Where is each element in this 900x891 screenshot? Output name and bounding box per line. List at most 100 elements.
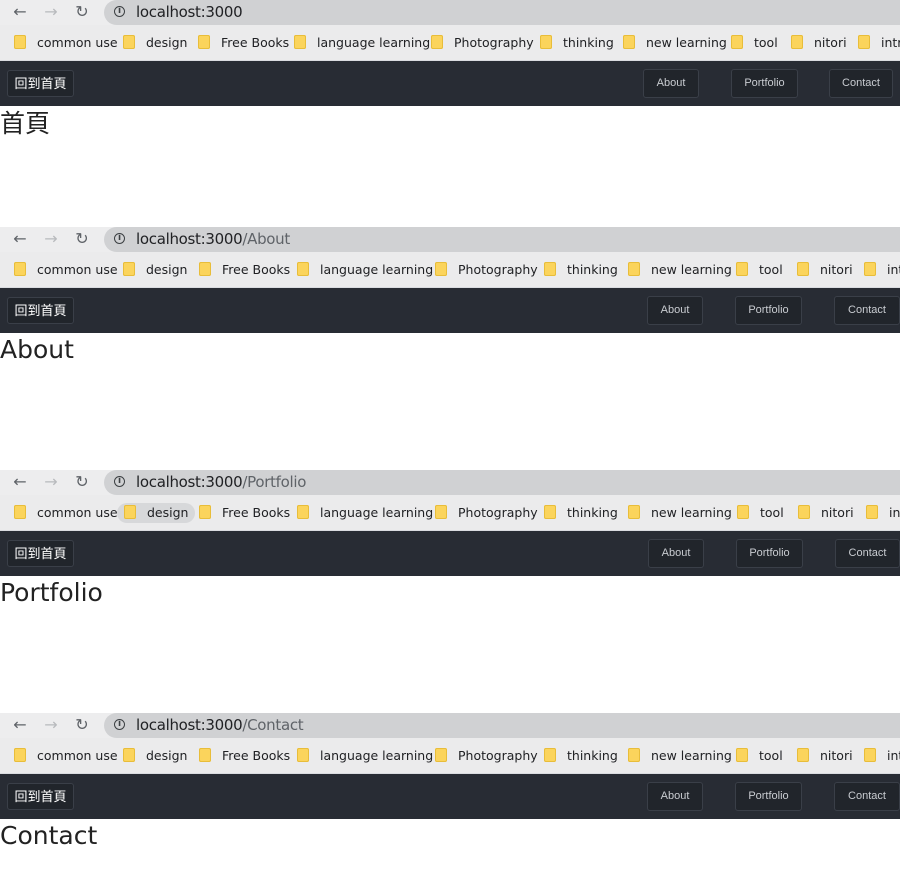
reload-icon[interactable]: ↻ bbox=[74, 4, 90, 20]
nav-portfolio-button[interactable]: Portfolio bbox=[735, 782, 802, 811]
bookmark-thinking[interactable]: thinking bbox=[540, 33, 614, 53]
bookmark-tool[interactable]: tool bbox=[736, 260, 783, 280]
nav-portfolio-button[interactable]: Portfolio bbox=[736, 539, 803, 568]
forward-icon[interactable]: → bbox=[43, 231, 59, 247]
bookmark-design[interactable]: design bbox=[117, 503, 196, 523]
folder-icon bbox=[628, 505, 640, 519]
url-field[interactable]: i localhost:3000/About bbox=[104, 227, 900, 252]
nav-about-button[interactable]: About bbox=[647, 296, 703, 325]
bookmark-language-learning[interactable]: language learning bbox=[297, 503, 433, 523]
bookmark-free-books[interactable]: Free Books bbox=[199, 260, 290, 280]
reload-icon[interactable]: ↻ bbox=[74, 231, 90, 247]
folder-icon bbox=[123, 262, 135, 276]
bookmark-free-books[interactable]: Free Books bbox=[198, 33, 289, 53]
folder-icon bbox=[14, 505, 26, 519]
back-icon[interactable]: ← bbox=[12, 717, 28, 733]
url-field[interactable]: i localhost:3000/Portfolio bbox=[104, 470, 900, 495]
nav-about-button[interactable]: About bbox=[647, 782, 703, 811]
info-icon[interactable]: i bbox=[114, 6, 125, 17]
url-field[interactable]: i localhost:3000 bbox=[104, 0, 900, 25]
folder-icon bbox=[297, 262, 309, 276]
bookmark-nitori[interactable]: nitori bbox=[797, 746, 853, 766]
nav-contact-button[interactable]: Contact bbox=[834, 296, 900, 325]
bookmark-language-learning[interactable]: language learning bbox=[297, 260, 433, 280]
info-icon[interactable]: i bbox=[114, 476, 125, 487]
back-icon[interactable]: ← bbox=[12, 474, 28, 490]
info-icon[interactable]: i bbox=[114, 233, 125, 244]
bookmark-common-use[interactable]: common use bbox=[14, 33, 118, 53]
bookmark-thinking[interactable]: thinking bbox=[544, 746, 618, 766]
bookmark-common-use[interactable]: common use bbox=[14, 503, 118, 523]
bookmark-new-learning[interactable]: new learning bbox=[623, 33, 727, 53]
bookmarks-bar: common use design Free Books language le… bbox=[0, 738, 900, 774]
bookmark-nitori[interactable]: nitori bbox=[798, 503, 854, 523]
home-button[interactable]: 回到首頁 bbox=[7, 783, 74, 810]
bookmark-thinking[interactable]: thinking bbox=[544, 260, 618, 280]
bookmark-label: common use bbox=[37, 35, 118, 50]
bookmark-tool[interactable]: tool bbox=[737, 503, 784, 523]
folder-icon bbox=[124, 505, 136, 519]
folder-icon bbox=[628, 262, 640, 276]
bookmark-intro[interactable]: intr bbox=[864, 260, 900, 280]
bookmark-nitori[interactable]: nitori bbox=[791, 33, 847, 53]
bookmark-photography[interactable]: Photography bbox=[435, 260, 538, 280]
bookmark-design[interactable]: design bbox=[123, 260, 187, 280]
bookmark-label: tool bbox=[760, 505, 784, 520]
bookmark-tool[interactable]: tool bbox=[736, 746, 783, 766]
home-button[interactable]: 回到首頁 bbox=[7, 540, 74, 567]
forward-icon[interactable]: → bbox=[43, 4, 59, 20]
bookmark-photography[interactable]: Photography bbox=[435, 746, 538, 766]
bookmark-nitori[interactable]: nitori bbox=[797, 260, 853, 280]
bookmark-new-learning[interactable]: new learning bbox=[628, 503, 732, 523]
bookmark-language-learning[interactable]: language learning bbox=[297, 746, 433, 766]
home-button[interactable]: 回到首頁 bbox=[7, 70, 74, 97]
bookmark-common-use[interactable]: common use bbox=[14, 260, 118, 280]
bookmark-intro[interactable]: intr bbox=[864, 746, 900, 766]
bookmark-label: thinking bbox=[567, 262, 618, 277]
back-icon[interactable]: ← bbox=[12, 231, 28, 247]
bookmark-label: design bbox=[147, 505, 189, 520]
bookmark-free-books[interactable]: Free Books bbox=[199, 746, 290, 766]
url-text[interactable]: localhost:3000/Portfolio bbox=[136, 474, 306, 491]
url-text[interactable]: localhost:3000/Contact bbox=[136, 717, 304, 734]
bookmark-design[interactable]: design bbox=[123, 33, 187, 53]
back-icon[interactable]: ← bbox=[12, 4, 28, 20]
nav-about-button[interactable]: About bbox=[648, 539, 704, 568]
bookmark-label: tool bbox=[759, 262, 783, 277]
nav-contact-button[interactable]: Contact bbox=[834, 782, 900, 811]
url-text[interactable]: localhost:3000 bbox=[136, 4, 243, 21]
bookmark-thinking[interactable]: thinking bbox=[544, 503, 618, 523]
home-button[interactable]: 回到首頁 bbox=[7, 297, 74, 324]
folder-icon bbox=[797, 262, 809, 276]
reload-icon[interactable]: ↻ bbox=[74, 474, 90, 490]
bookmark-new-learning[interactable]: new learning bbox=[628, 746, 732, 766]
nav-contact-button[interactable]: Contact bbox=[829, 69, 893, 98]
bookmark-free-books[interactable]: Free Books bbox=[199, 503, 290, 523]
bookmark-label: nitori bbox=[820, 262, 853, 277]
folder-icon bbox=[797, 748, 809, 762]
reload-icon[interactable]: ↻ bbox=[74, 717, 90, 733]
bookmark-label: nitori bbox=[814, 35, 847, 50]
bookmark-label: intr bbox=[887, 262, 900, 277]
nav-portfolio-button[interactable]: Portfolio bbox=[731, 69, 798, 98]
bookmark-common-use[interactable]: common use bbox=[14, 746, 118, 766]
bookmark-intro[interactable]: intr bbox=[858, 33, 900, 53]
forward-icon[interactable]: → bbox=[43, 474, 59, 490]
page-heading: 首頁 bbox=[0, 109, 51, 138]
info-icon[interactable]: i bbox=[114, 719, 125, 730]
bookmark-design[interactable]: design bbox=[123, 746, 187, 766]
nav-about-button[interactable]: About bbox=[643, 69, 699, 98]
bookmark-photography[interactable]: Photography bbox=[435, 503, 538, 523]
url-text[interactable]: localhost:3000/About bbox=[136, 231, 290, 248]
nav-portfolio-button[interactable]: Portfolio bbox=[735, 296, 802, 325]
bookmark-language-learning[interactable]: language learning bbox=[294, 33, 430, 53]
forward-icon[interactable]: → bbox=[43, 717, 59, 733]
url-field[interactable]: i localhost:3000/Contact bbox=[104, 713, 900, 738]
folder-icon bbox=[864, 748, 876, 762]
bookmark-label: design bbox=[146, 262, 188, 277]
bookmark-new-learning[interactable]: new learning bbox=[628, 260, 732, 280]
bookmark-intro[interactable]: intr bbox=[866, 503, 900, 523]
bookmark-photography[interactable]: Photography bbox=[431, 33, 534, 53]
nav-contact-button[interactable]: Contact bbox=[835, 539, 900, 568]
bookmark-tool[interactable]: tool bbox=[731, 33, 778, 53]
